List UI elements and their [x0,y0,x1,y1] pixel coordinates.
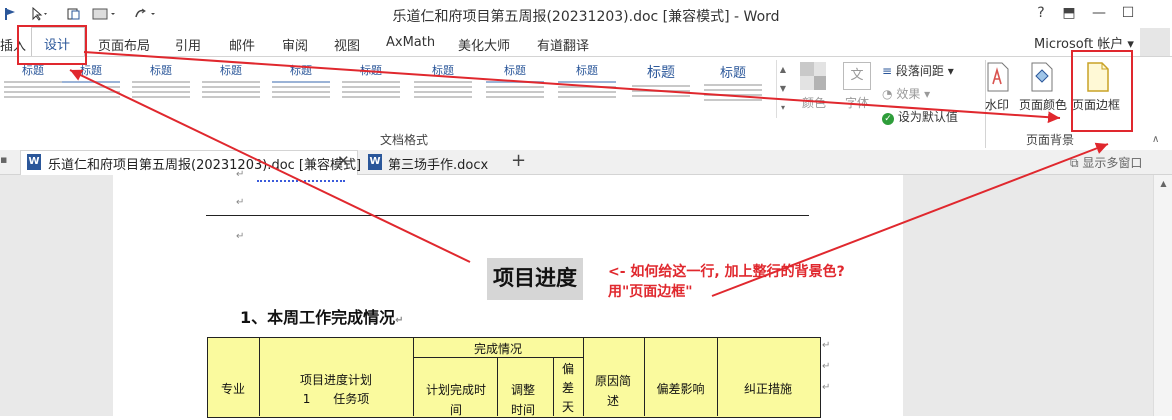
annotation-arrows [69,51,1109,297]
arrow-design-to-borders [83,51,1061,124]
annotation-note: <- 如何给这一行, 加上整行的背景色? 用"页面边框" [608,262,845,302]
annotation-line: 用"页面边框" [608,284,693,300]
arrow-heading-to-design [69,69,471,263]
annotation-line: <- 如何给这一行, 加上整行的背景色? [608,264,845,280]
